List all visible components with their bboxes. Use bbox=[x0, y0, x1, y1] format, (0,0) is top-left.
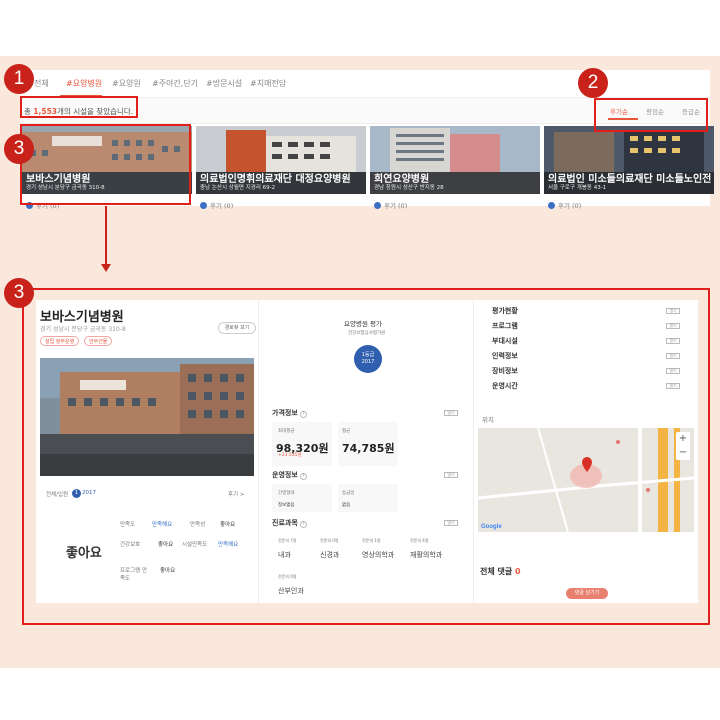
highlight-box-1 bbox=[20, 96, 138, 118]
rating-value: 좋아요 bbox=[220, 522, 236, 528]
help-icon: ? bbox=[299, 521, 307, 528]
op-label: 간병형태 bbox=[278, 491, 295, 496]
menu-item[interactable]: 인력정보 bbox=[492, 351, 518, 361]
eval-sub: 건강보험심사평가원 bbox=[348, 331, 386, 336]
price-title: 가격정보? bbox=[272, 408, 307, 418]
map[interactable]: + − Google bbox=[478, 428, 694, 532]
price-toggle[interactable]: 열기 bbox=[444, 410, 458, 416]
card-review[interactable]: 후기 (0) bbox=[200, 200, 233, 210]
price-label: 평균 bbox=[342, 429, 351, 434]
tab-day-care[interactable]: #주야간,단기 bbox=[152, 78, 198, 89]
menu-toggle[interactable]: 열기 bbox=[666, 308, 680, 314]
facility-card[interactable]: 희연요양병원 경남 창원시 성산구 반지동 28 bbox=[370, 126, 540, 194]
google-logo: Google bbox=[481, 524, 502, 530]
badge-1: 1 bbox=[4, 64, 34, 94]
detail-chip: 설립 정부운영 bbox=[40, 336, 80, 346]
zoom-controls[interactable]: + − bbox=[676, 432, 690, 460]
comment-button[interactable]: 댓글 남기기 bbox=[566, 588, 608, 599]
review-year: 2017 bbox=[82, 490, 96, 496]
menu-toggle[interactable]: 열기 bbox=[666, 353, 680, 359]
tab-dementia[interactable]: #치매전담 bbox=[250, 78, 286, 89]
menu-item[interactable]: 장비정보 bbox=[492, 366, 518, 376]
help-icon: ? bbox=[299, 411, 307, 418]
detail-photo bbox=[40, 358, 254, 476]
dept-count: 전문의 0명 bbox=[320, 538, 339, 543]
rating-key: 건강보호 bbox=[120, 542, 141, 548]
detail-address: 경기 성남시 분당구 금곡동 310-8 bbox=[40, 326, 126, 333]
menu-item[interactable]: 부대시설 bbox=[492, 336, 518, 346]
badge-2: 2 bbox=[578, 68, 608, 98]
eval-title: 요양병원 평가 bbox=[344, 320, 382, 328]
arrow-down-icon bbox=[101, 264, 111, 272]
card-review[interactable]: 후기 (0) bbox=[374, 200, 407, 210]
connector-line bbox=[105, 206, 107, 266]
dept-title: 진료과목? bbox=[272, 518, 307, 528]
tab-all[interactable]: 전체 bbox=[34, 78, 49, 89]
rating-value: 만족해요 bbox=[218, 542, 239, 548]
highlight-box-3 bbox=[20, 124, 191, 205]
rating-value: 만족해요 bbox=[152, 522, 173, 528]
menu-item[interactable]: 프로그램 bbox=[492, 321, 518, 331]
rating-key: 시설만족도 bbox=[182, 542, 208, 548]
price-avg: 74,785원 bbox=[342, 442, 395, 455]
overall-rating: 좋아요 bbox=[66, 546, 102, 561]
op-value: 없음 bbox=[342, 503, 351, 508]
badge-3-detail: 3 bbox=[4, 278, 34, 308]
rating-value: 좋아요 bbox=[160, 568, 176, 574]
badge-3: 3 bbox=[4, 134, 34, 164]
menu-toggle[interactable]: 열기 bbox=[666, 323, 680, 329]
menu-toggle[interactable]: 열기 bbox=[666, 368, 680, 374]
rating-key: 만족성 bbox=[190, 522, 206, 528]
card-address: 서울 구로구 개봉동 43-1 bbox=[548, 185, 607, 191]
highlight-box-2 bbox=[594, 98, 708, 132]
facility-card[interactable]: 의료법인명휘의료재단 대정요양병원 충남 논산시 상월면 지경리 69-2 bbox=[196, 126, 366, 194]
dept-count: 전문의 1명 bbox=[362, 538, 381, 543]
menu-toggle[interactable]: 열기 bbox=[666, 338, 680, 344]
price-label: 최대평균 bbox=[278, 429, 295, 434]
op-title: 운영정보? bbox=[272, 470, 307, 480]
dept-count: 전문의 0명 bbox=[278, 574, 297, 579]
menu-item[interactable]: 평가현황 bbox=[492, 306, 518, 316]
dept-count: 전문의 7명 bbox=[278, 538, 297, 543]
detail-panel: 보바스기념병원 경기 성남시 분당구 금곡동 310-8 설립 정부운영 안부건… bbox=[36, 300, 698, 603]
card-review[interactable]: 후기 (0) bbox=[548, 200, 581, 210]
tab-visiting[interactable]: #방문시설 bbox=[206, 78, 242, 89]
detail-chip: 안부건물 bbox=[84, 336, 113, 346]
review-more-link[interactable]: 후기 > bbox=[228, 490, 244, 498]
dept-count: 전문의 4명 bbox=[410, 538, 429, 543]
review-icon bbox=[374, 202, 381, 209]
card-address: 충남 논산시 상월면 지경리 69-2 bbox=[200, 185, 276, 191]
op-value: 정보없음 bbox=[278, 503, 295, 508]
dept-name: 내과 bbox=[278, 551, 291, 559]
rating-key: 프로그램 만족도 bbox=[120, 568, 148, 582]
route-button[interactable]: 경로찾 보기 bbox=[218, 322, 256, 334]
card-address: 경남 창원시 성산구 반지동 28 bbox=[374, 185, 444, 191]
dept-name: 산부인과 bbox=[278, 587, 304, 595]
tab-nursing-hospital[interactable]: #요양병원 bbox=[66, 78, 102, 89]
location-label: 위치 bbox=[482, 416, 494, 424]
rating-value: 좋아요 bbox=[158, 542, 174, 548]
map-canvas bbox=[478, 428, 694, 532]
help-icon: ? bbox=[299, 473, 307, 480]
price-diff: +23,535원 bbox=[278, 453, 302, 458]
op-label: 등급일 bbox=[342, 491, 355, 496]
review-icon bbox=[548, 202, 555, 209]
dept-name: 신경과 bbox=[320, 551, 340, 559]
facility-card[interactable]: 의료법인 미소들의료재단 미소들노인전 서울 구로구 개봉동 43-1 bbox=[544, 126, 714, 194]
menu-toggle[interactable]: 열기 bbox=[666, 383, 680, 389]
grade-badge: 1등급 2017 bbox=[354, 345, 382, 373]
dept-toggle[interactable]: 열기 bbox=[444, 520, 458, 526]
detail-title: 보바스기념병원 bbox=[40, 310, 124, 325]
dept-name: 재활의학과 bbox=[410, 551, 443, 559]
rating-key: 만족도 bbox=[120, 522, 136, 528]
comments-title: 전체 댓글 0 bbox=[480, 567, 521, 576]
op-toggle[interactable]: 열기 bbox=[444, 472, 458, 478]
tab-nursing-home[interactable]: #요양원 bbox=[112, 78, 141, 89]
review-icon bbox=[200, 202, 207, 209]
review-count: 1 bbox=[72, 489, 81, 498]
menu-item[interactable]: 운영시간 bbox=[492, 381, 518, 391]
dept-name: 영상의학과 bbox=[362, 551, 395, 559]
review-label: 전체/입원 bbox=[46, 492, 69, 498]
